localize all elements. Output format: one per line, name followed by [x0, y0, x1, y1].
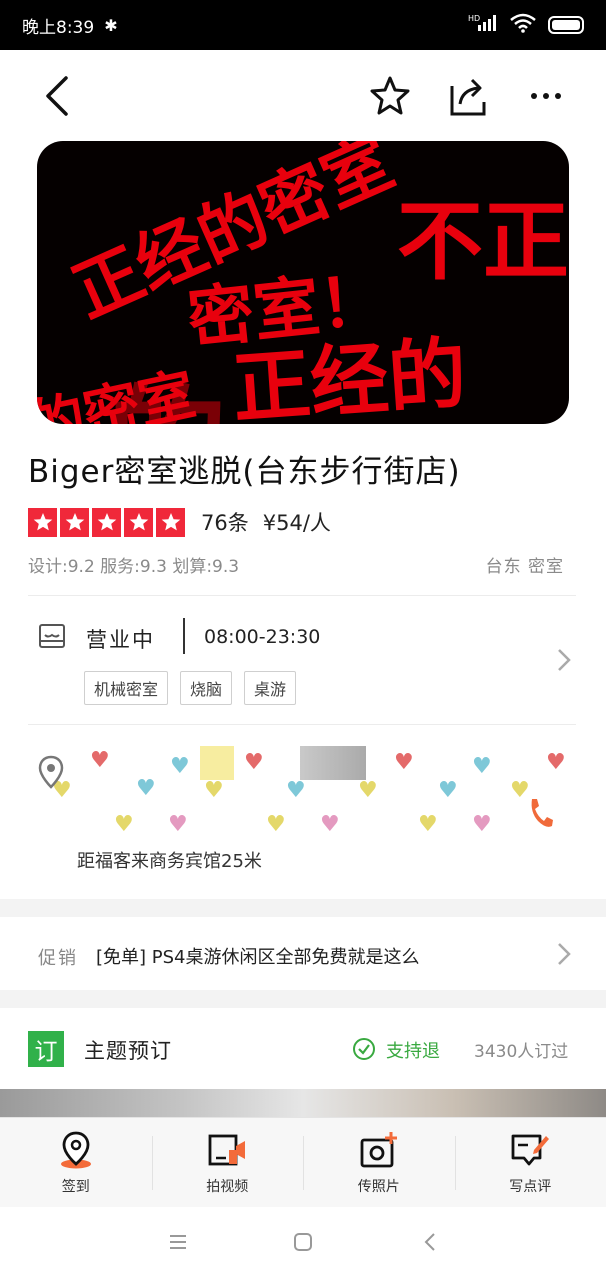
- star-icon: [156, 507, 185, 537]
- booking-title: 主题预订: [84, 1039, 172, 1063]
- heart-decoration: ♥: [358, 778, 378, 803]
- toolbar-label: 签到: [61, 1178, 90, 1195]
- heart-decoration: ♥: [320, 812, 340, 837]
- check-circle-icon: [353, 1038, 375, 1060]
- booked-count: 3430人订过: [474, 1042, 569, 1062]
- separator: [183, 618, 185, 654]
- region-category: 台东 密室: [485, 557, 564, 577]
- blurred-map-patch: [200, 746, 234, 780]
- shop-title: Biger密室逃脱(台东步行街店): [28, 454, 461, 490]
- rating-stars: [28, 507, 185, 537]
- status-indicators: HD: [468, 13, 584, 37]
- theme-preview-strip[interactable]: [0, 1089, 606, 1117]
- review-count[interactable]: 76条: [201, 507, 249, 537]
- signal-icon: HD: [468, 13, 498, 37]
- tag-list: 机械密室 烧脑 桌游: [84, 671, 297, 705]
- tag: 机械密室: [84, 671, 169, 705]
- tag: 桌游: [244, 671, 297, 705]
- shop-banner-image[interactable]: 的 正经的密室 不正 密室！ 正经的 的密室: [37, 141, 569, 424]
- svg-text:HD: HD: [468, 14, 480, 23]
- status-time: 晚上8:39: [22, 17, 95, 38]
- divider: [28, 724, 576, 725]
- heart-decoration: ♥: [394, 750, 414, 775]
- star-icon: [28, 507, 57, 537]
- promo-text: [免单] PS4桌游休闲区全部免费就是这么: [96, 947, 420, 968]
- write-review-icon: [511, 1134, 550, 1165]
- more-icon[interactable]: [524, 74, 568, 118]
- system-nav-bar: [0, 1207, 606, 1280]
- heart-decoration: ♥: [266, 812, 286, 837]
- chevron-right-icon: [558, 943, 571, 965]
- section-gap: [0, 899, 606, 917]
- heart-decoration: ♥: [204, 778, 224, 803]
- checkin-pin-icon: [60, 1131, 91, 1168]
- distance-text: 距福客来商务宾馆25米: [77, 851, 262, 872]
- star-icon: [92, 507, 121, 537]
- star-icon: [124, 507, 153, 537]
- battery-icon: [548, 16, 584, 34]
- heart-decoration: ♥: [472, 812, 492, 837]
- write-review-button[interactable]: 写点评: [454, 1118, 606, 1207]
- back-icon[interactable]: [38, 72, 78, 120]
- heart-decoration: ♥: [244, 750, 264, 775]
- divider: [28, 595, 576, 596]
- location-pin-icon: [38, 755, 64, 789]
- menu-icon[interactable]: [167, 1231, 189, 1253]
- business-hours: 08:00-23:30: [204, 626, 321, 648]
- refund-support: 支持退: [386, 1041, 440, 1062]
- heart-decoration: ♥: [418, 812, 438, 837]
- toolbar-label: 传照片: [357, 1178, 400, 1195]
- photo-upload-icon: [360, 1131, 397, 1167]
- blurred-map-patch: [300, 746, 366, 780]
- rating-row: 76条 ¥54/人: [28, 507, 331, 537]
- heart-decoration: ♥: [90, 748, 110, 773]
- avg-price: ¥54/人: [262, 511, 331, 535]
- storefront-icon: [39, 624, 65, 648]
- heart-decoration: ♥: [438, 778, 458, 803]
- location-map-snippet[interactable]: ♥ ♥ ♥ ♥ ♥ ♥ ♥ ♥ ♥ ♥ ♥ ♥ ♥ ♥ ♥ ♥ ♥ ♥ ♥: [28, 738, 588, 838]
- home-icon[interactable]: [292, 1231, 314, 1253]
- video-icon: [208, 1134, 246, 1165]
- bottom-toolbar: 签到 拍视频 传照片 写点评: [0, 1117, 606, 1207]
- upload-photo-button[interactable]: 传照片: [303, 1118, 455, 1207]
- open-status: 营业中: [86, 628, 155, 652]
- toolbar-label: 写点评: [509, 1178, 552, 1195]
- share-icon[interactable]: [446, 74, 490, 118]
- sub-scores: 设计:9.2 服务:9.3 划算:9.3: [28, 557, 240, 577]
- checkin-button[interactable]: 签到: [0, 1118, 152, 1207]
- chevron-right-icon: [558, 649, 571, 671]
- favorite-star-icon[interactable]: [368, 74, 412, 118]
- toolbar-label: 拍视频: [206, 1178, 249, 1195]
- status-bar: 晚上8:39 ✱ HD: [0, 0, 606, 50]
- heart-decoration: ♥: [170, 754, 190, 779]
- wifi-icon: [510, 13, 536, 37]
- heart-decoration: ♥: [168, 812, 188, 837]
- star-icon: [60, 507, 89, 537]
- tag: 烧脑: [180, 671, 233, 705]
- phone-icon[interactable]: [526, 796, 554, 830]
- bluetooth-icon: ✱: [104, 15, 118, 35]
- nav-bar: [0, 50, 606, 142]
- record-video-button[interactable]: 拍视频: [151, 1118, 304, 1207]
- banner-text: 正经的: [229, 328, 470, 424]
- heart-decoration: ♥: [472, 754, 492, 779]
- section-gap: [0, 990, 606, 1008]
- heart-decoration: ♥: [136, 776, 156, 801]
- heart-decoration: ♥: [114, 812, 134, 837]
- banner-text: 不正: [397, 192, 569, 292]
- promo-label: 促销: [38, 948, 78, 969]
- system-back-icon[interactable]: [420, 1231, 442, 1253]
- booking-badge: 订: [28, 1031, 64, 1067]
- heart-decoration: ♥: [546, 750, 566, 775]
- heart-decoration: ♥: [286, 778, 306, 803]
